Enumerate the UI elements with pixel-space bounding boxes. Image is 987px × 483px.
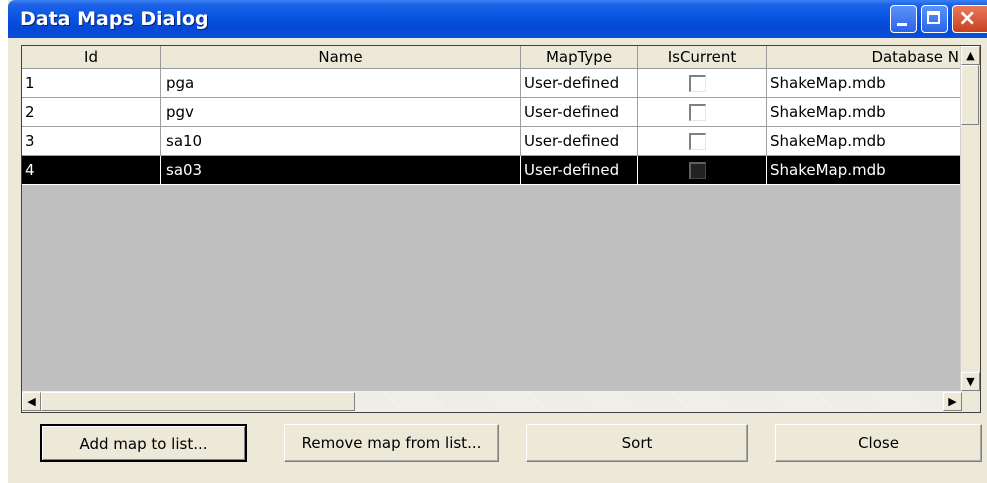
minimize-button[interactable]	[890, 5, 917, 33]
cell-maptype: User-defined	[521, 156, 638, 185]
maximize-icon	[927, 11, 940, 24]
close-window-button[interactable]: ×	[952, 5, 987, 33]
cell-database: ShakeMap.mdb	[767, 69, 962, 98]
cell-name: sa03	[161, 156, 521, 185]
data-maps-grid[interactable]: Id Name MapType IsCurrent Database N 1 p…	[21, 45, 981, 413]
horizontal-scroll-track[interactable]	[355, 392, 943, 411]
title-bar[interactable]: Data Maps Dialog ×	[8, 0, 987, 38]
vertical-scrollbar[interactable]: ▲ ▼	[960, 46, 980, 391]
column-header-name[interactable]: Name	[161, 46, 521, 69]
cell-name: pga	[161, 69, 521, 98]
close-icon: ×	[958, 6, 977, 31]
column-header-id[interactable]: Id	[22, 46, 161, 69]
cell-iscurrent	[638, 127, 767, 156]
cell-name: pgv	[161, 98, 521, 127]
cell-id: 2	[22, 98, 161, 127]
minimize-icon	[897, 23, 907, 26]
maximize-button[interactable]	[921, 5, 948, 33]
cell-iscurrent	[638, 156, 767, 185]
grid-header: Id Name MapType IsCurrent Database N	[22, 46, 962, 69]
vertical-scroll-thumb[interactable]	[961, 65, 979, 125]
iscurrent-checkbox[interactable]	[689, 75, 706, 92]
data-maps-dialog: Data Maps Dialog × Id Name MapType IsCur…	[8, 0, 987, 483]
cell-id: 1	[22, 69, 161, 98]
cell-database: ShakeMap.mdb	[767, 156, 962, 185]
table-row-selected[interactable]: 4 sa03 User-defined ShakeMap.mdb	[22, 156, 962, 185]
table-row[interactable]: 3 sa10 User-defined ShakeMap.mdb	[22, 127, 962, 156]
iscurrent-checkbox[interactable]	[689, 162, 706, 179]
cell-maptype: User-defined	[521, 127, 638, 156]
arrow-down-icon: ▼	[966, 375, 975, 388]
cell-iscurrent	[638, 98, 767, 127]
column-header-iscurrent[interactable]: IsCurrent	[638, 46, 767, 69]
cell-database: ShakeMap.mdb	[767, 98, 962, 127]
cell-maptype: User-defined	[521, 69, 638, 98]
remove-map-button[interactable]: Remove map from list...	[284, 424, 499, 462]
cell-iscurrent	[638, 69, 767, 98]
close-button[interactable]: Close	[775, 424, 982, 462]
sort-button[interactable]: Sort	[526, 424, 748, 462]
arrow-up-icon: ▲	[966, 49, 975, 62]
horizontal-scrollbar[interactable]: ◀ ▶	[22, 391, 962, 412]
column-header-database[interactable]: Database N	[767, 46, 962, 69]
cell-database: ShakeMap.mdb	[767, 127, 962, 156]
arrow-left-icon: ◀	[27, 395, 36, 408]
scroll-left-button[interactable]: ◀	[22, 392, 41, 411]
scroll-up-button[interactable]: ▲	[961, 46, 980, 65]
add-map-button[interactable]: Add map to list...	[40, 424, 247, 462]
table-row[interactable]: 2 pgv User-defined ShakeMap.mdb	[22, 98, 962, 127]
scroll-down-button[interactable]: ▼	[961, 372, 980, 391]
cell-id: 3	[22, 127, 161, 156]
scroll-right-button[interactable]: ▶	[943, 392, 962, 411]
horizontal-scroll-thumb[interactable]	[41, 392, 355, 411]
iscurrent-checkbox[interactable]	[689, 133, 706, 150]
window-title: Data Maps Dialog	[20, 8, 209, 30]
cell-maptype: User-defined	[521, 98, 638, 127]
scrollbar-corner	[962, 391, 980, 412]
column-header-maptype[interactable]: MapType	[521, 46, 638, 69]
arrow-right-icon: ▶	[948, 395, 957, 408]
cell-name: sa10	[161, 127, 521, 156]
table-row[interactable]: 1 pga User-defined ShakeMap.mdb	[22, 69, 962, 98]
iscurrent-checkbox[interactable]	[689, 104, 706, 121]
cell-id: 4	[22, 156, 161, 185]
